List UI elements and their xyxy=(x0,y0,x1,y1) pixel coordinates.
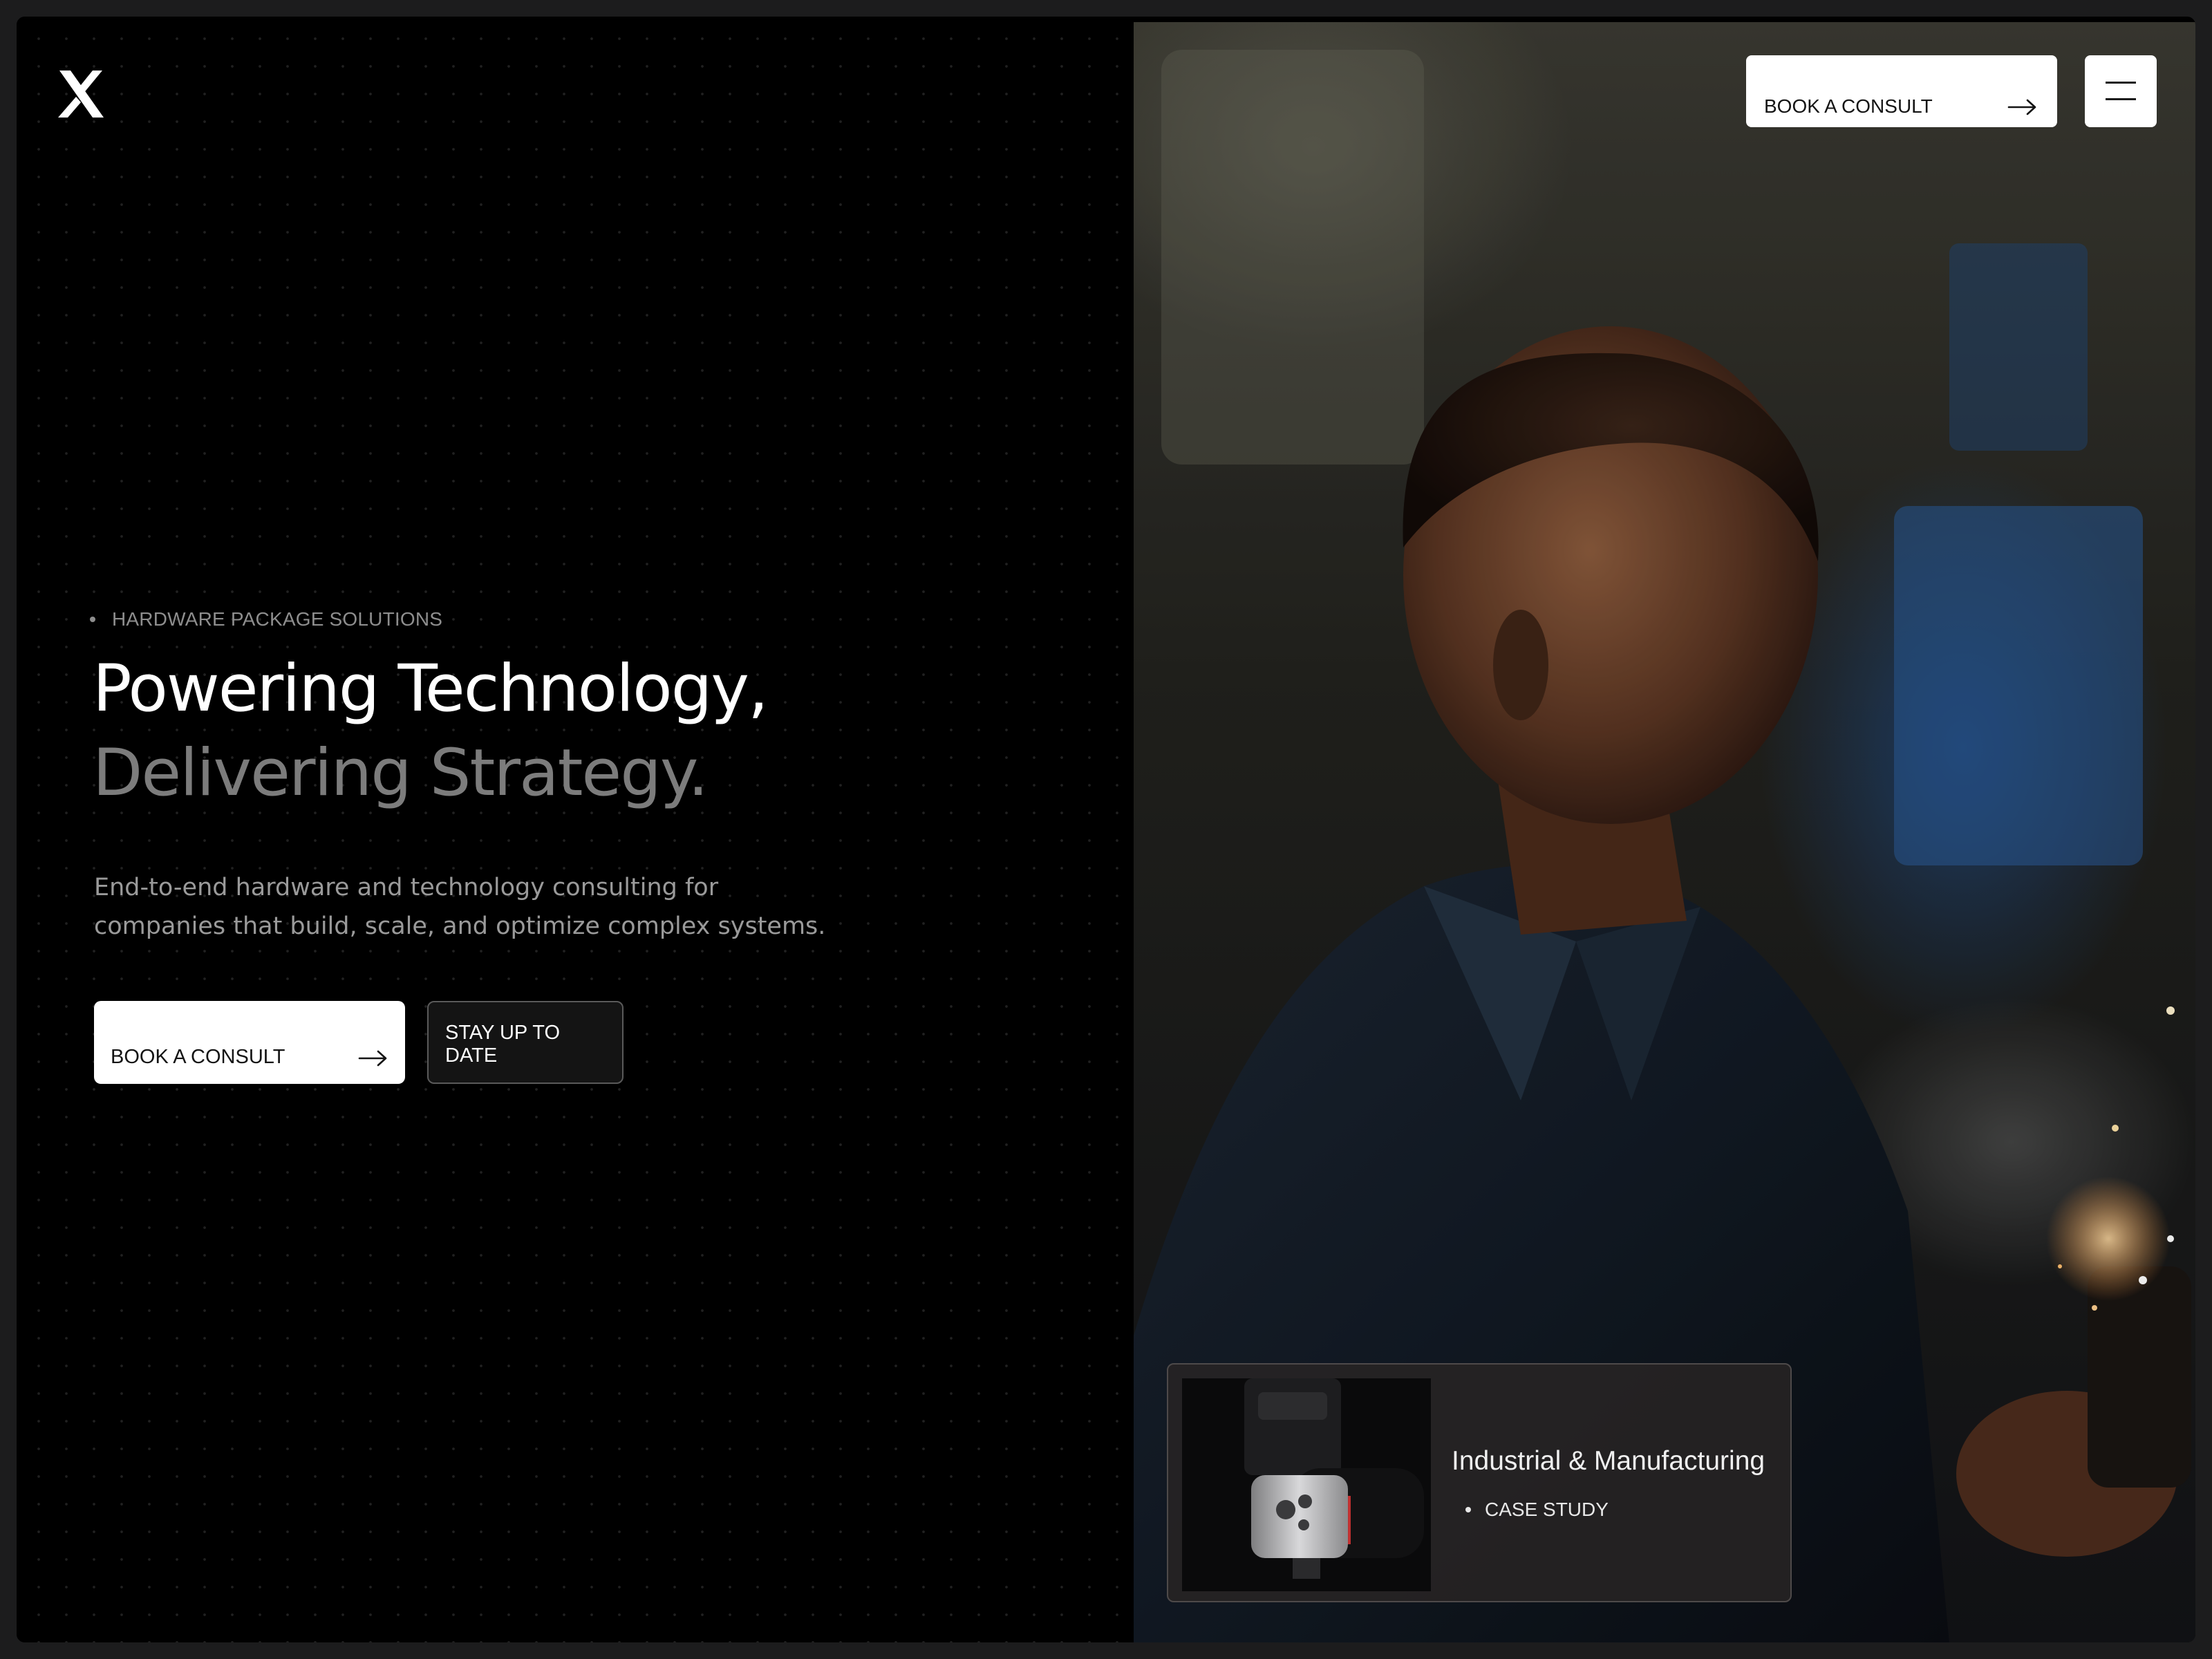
hamburger-menu-icon[interactable] xyxy=(2085,55,2157,127)
arrow-right-icon xyxy=(358,1050,387,1067)
stay-up-to-date-button[interactable]: STAY UP TO DATE xyxy=(427,1001,624,1084)
menu-bar-bottom xyxy=(2106,98,2136,100)
case-study-title: Industrial & Manufacturing xyxy=(1452,1446,1765,1476)
case-study-tag-text: CASE STUDY xyxy=(1485,1499,1609,1520)
stay-up-to-date-label: STAY UP TO DATE xyxy=(445,1022,561,1067)
case-study-tag: CASE STUDY xyxy=(1465,1499,1609,1521)
hero-subcopy: End-to-end hardware and technology consu… xyxy=(94,874,826,940)
eyebrow-text: HARDWARE PACKAGE SOLUTIONS xyxy=(112,608,443,630)
page-frame: HARDWARE PACKAGE SOLUTIONS Powering Tech… xyxy=(17,17,2195,1642)
bullet-dot xyxy=(1465,1507,1471,1512)
menu-bar-top xyxy=(2106,82,2136,84)
book-consult-label: BOOK A CONSULT xyxy=(111,1046,285,1068)
headline-line-1: Powering Technology, xyxy=(93,651,769,727)
case-study-thumbnail xyxy=(1182,1378,1431,1591)
hero-headline: Powering Technology, Delivering Strategy… xyxy=(93,647,769,816)
book-consult-button[interactable]: BOOK A CONSULT xyxy=(94,1001,405,1084)
x-logo-icon[interactable] xyxy=(55,68,108,120)
header-book-consult-label: BOOK A CONSULT xyxy=(1764,95,1933,117)
robot-arm-image xyxy=(1182,1378,1431,1591)
bullet-dot xyxy=(90,617,95,622)
headline-line-2: Delivering Strategy. xyxy=(93,735,709,811)
hero-left-panel: HARDWARE PACKAGE SOLUTIONS Powering Tech… xyxy=(17,17,1134,1642)
arrow-right-icon xyxy=(2007,99,2036,115)
case-study-card[interactable]: Industrial & Manufacturing CASE STUDY xyxy=(1167,1363,1792,1602)
eyebrow-label: HARDWARE PACKAGE SOLUTIONS xyxy=(90,608,442,630)
header-book-consult-button[interactable]: BOOK A CONSULT xyxy=(1746,55,2057,127)
